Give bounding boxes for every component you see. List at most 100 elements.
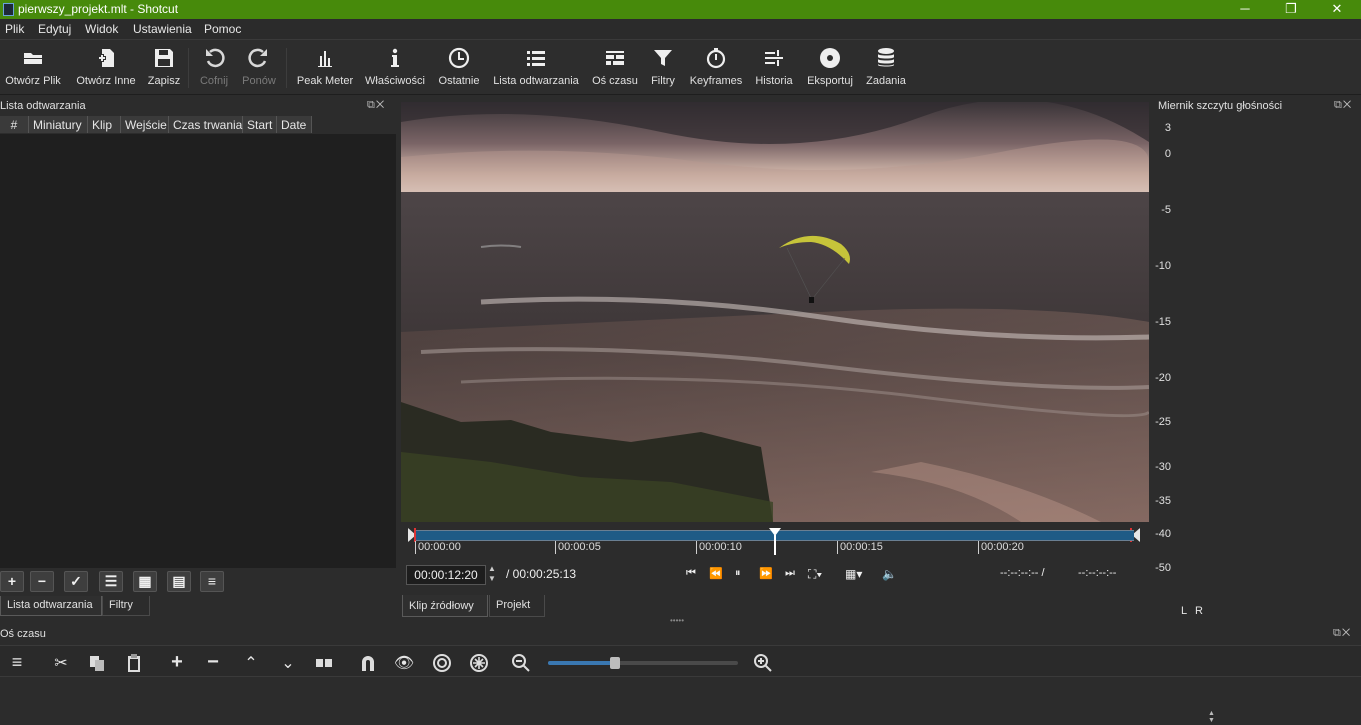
scroll-arrows-icon[interactable]: ▲ ▼ [1208, 710, 1215, 724]
col-number[interactable]: # [0, 116, 29, 133]
spin-arrows-icon[interactable]: ▲ ▼ [488, 564, 496, 584]
open-other-icon [98, 49, 114, 67]
tile-view-button[interactable]: ▤ [167, 571, 191, 592]
col-clip[interactable]: Klip [88, 116, 121, 133]
ruler-label: 00:00:10 [696, 541, 742, 554]
volume-icon[interactable]: 🔈 [882, 567, 897, 581]
redo-button[interactable]: Ponów [240, 46, 278, 92]
zoom-fit-icon[interactable]: ⛶▾ [808, 567, 822, 582]
playhead-icon[interactable] [768, 527, 782, 555]
col-thumbnails[interactable]: Miniatury [29, 116, 88, 133]
paste-icon[interactable] [123, 653, 145, 673]
properties-label: Właściwości [365, 75, 425, 87]
menu-settings[interactable]: Ustawienia [133, 22, 192, 36]
filters-button[interactable]: Filtry [646, 46, 680, 92]
recent-button[interactable]: Ostatnie [434, 46, 484, 92]
peak-meter-title: Miernik szczytu głośności [1158, 100, 1283, 112]
zoom-out-icon[interactable] [510, 653, 532, 673]
meter-scale-label: -40 [1155, 528, 1171, 540]
pause-icon[interactable]: ⏸ [735, 567, 741, 580]
save-button[interactable]: Zapisz [146, 46, 182, 92]
zoom-in-icon[interactable] [752, 653, 774, 673]
jobs-button[interactable]: Zadania [864, 46, 908, 92]
meter-scale-label: 3 [1164, 122, 1171, 134]
undo-button[interactable]: Cofnij [196, 46, 232, 92]
duration-label: / 00:00:25:13 [506, 567, 577, 581]
position-timecode-field[interactable]: 00:00:12:20 [406, 565, 486, 585]
history-button[interactable]: Historia [752, 46, 796, 92]
ripple-icon[interactable] [431, 653, 453, 673]
menu-edit[interactable]: Edytuj [38, 22, 71, 36]
open-other-button[interactable]: Otwórz Inne [70, 46, 142, 92]
maximize-button[interactable]: ❐ [1268, 0, 1314, 19]
menu-view[interactable]: Widok [85, 22, 118, 36]
minimize-button[interactable]: ─ [1222, 0, 1268, 19]
col-in[interactable]: Wejście [121, 116, 169, 133]
scrub-eye-icon[interactable]: 👁 [393, 653, 415, 673]
col-duration[interactable]: Czas trwania [169, 116, 243, 133]
keyframes-button[interactable]: Keyframes [686, 46, 746, 92]
dock-float-close-icon[interactable]: ⧉✕ [1334, 99, 1352, 112]
zoom-slider-fill [548, 661, 615, 665]
keyframes-label: Keyframes [689, 75, 743, 87]
splitter-handle-icon[interactable]: ••••• [670, 616, 684, 625]
fast-forward-icon[interactable]: ⏩ [759, 567, 773, 580]
copy-icon[interactable] [86, 653, 108, 673]
tab-project[interactable]: Projekt [489, 595, 545, 617]
update-playlist-button[interactable]: ✓ [64, 571, 88, 592]
detail-list-icon: ☰ [104, 573, 118, 589]
export-button[interactable]: Eksportuj [804, 46, 856, 92]
timeline-menu-icon[interactable]: ≡ [6, 653, 28, 673]
peak-meter-panel: Miernik szczytu głośności ⧉✕ 3 0 -5 -10 … [1152, 98, 1361, 623]
zoom-slider-handle[interactable] [609, 657, 620, 669]
dock-float-close-icon[interactable]: ⧉✕ [1333, 627, 1351, 640]
tab-source-clip[interactable]: Klip źródłowy [402, 595, 488, 617]
meter-scale-label: -35 [1155, 495, 1171, 507]
tab-filters[interactable]: Filtry [102, 596, 150, 616]
grid-toggle-icon[interactable]: ▦▾ [845, 567, 862, 581]
timeline-tracks-area[interactable]: ▲ ▼ [0, 678, 1361, 725]
video-preview[interactable] [401, 102, 1149, 522]
col-start[interactable]: Start [243, 116, 277, 133]
skip-to-end-icon[interactable]: ⏭ [785, 567, 795, 580]
rewind-icon[interactable]: ⏪ [709, 567, 723, 580]
skip-to-start-icon[interactable]: ⏮ [686, 567, 696, 580]
redo-icon [248, 48, 267, 68]
save-label: Zapisz [147, 75, 181, 87]
add-to-playlist-button[interactable]: + [0, 571, 24, 592]
playlist-list[interactable] [0, 134, 396, 568]
overwrite-icon[interactable]: ⌄ [277, 653, 299, 673]
ripple-all-tracks-icon[interactable] [468, 653, 490, 673]
timeline-zoom-slider[interactable] [548, 657, 738, 669]
dock-float-close-icon[interactable]: ⧉✕ [367, 99, 385, 112]
cut-icon[interactable]: ✂ [50, 653, 72, 673]
timeline-button[interactable]: Oś czasu [590, 46, 640, 92]
open-file-button[interactable]: Otwórz Plik [4, 46, 62, 92]
toolbar-separator [286, 48, 287, 88]
timeline-label: Oś czasu [592, 75, 638, 87]
shotcut-app-icon [3, 3, 14, 16]
details-view-button[interactable]: ☰ [99, 571, 123, 592]
append-icon[interactable]: + [166, 652, 188, 673]
ruler-label: 00:00:15 [837, 541, 883, 554]
playlist-menu-button[interactable]: ≡ [200, 571, 224, 592]
menu-help[interactable]: Pomoc [204, 22, 241, 36]
redo-label: Ponów [242, 75, 276, 87]
timecode-ruler[interactable]: 00:00:00 00:00:05 00:00:10 00:00:15 00:0… [406, 527, 1142, 555]
remove-from-playlist-button[interactable]: − [30, 571, 54, 592]
lift-icon[interactable]: ⌃ [240, 653, 262, 673]
close-button[interactable]: ✕ [1314, 0, 1360, 19]
peak-meter-button[interactable]: Peak Meter [294, 46, 356, 92]
menu-file[interactable]: Plik [5, 22, 24, 36]
peak-meter-icon [318, 51, 332, 67]
database-icon [878, 48, 894, 67]
icon-view-button[interactable]: ▦ [133, 571, 157, 592]
playlist-table-header: # Miniatury Klip Wejście Czas trwania St… [0, 116, 312, 133]
playlist-button[interactable]: Lista odtwarzania [490, 46, 582, 92]
snap-magnet-icon[interactable] [357, 653, 379, 673]
col-date[interactable]: Date [277, 116, 312, 133]
split-icon[interactable] [313, 653, 335, 673]
properties-button[interactable]: Właściwości [364, 46, 426, 92]
tab-playlist[interactable]: Lista odtwarzania [0, 596, 102, 616]
ripple-delete-icon[interactable]: − [202, 652, 224, 673]
